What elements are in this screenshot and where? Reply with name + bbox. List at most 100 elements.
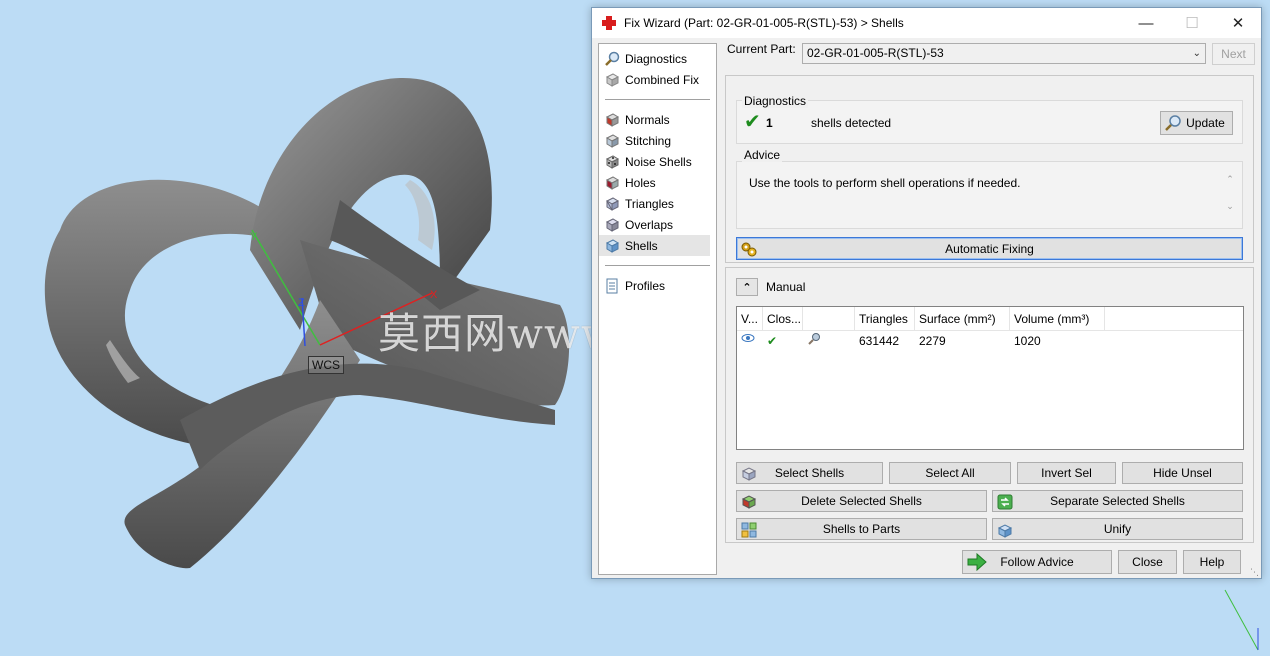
table-row[interactable]: ✔ 631442 2279 1020 — [737, 331, 1243, 351]
close-button[interactable]: Close — [1118, 550, 1177, 574]
nav-item-label: Stitching — [625, 133, 672, 148]
nav-item-label: Noise Shells — [625, 154, 692, 169]
manual-panel: ⌃ Manual V... Clos... Triangles Surface … — [725, 267, 1254, 543]
column-header[interactable] — [803, 307, 855, 330]
diagnostics-title: Diagnostics — [742, 94, 809, 108]
fix-wizard-icon — [600, 14, 618, 32]
delete-shells-icon — [740, 493, 758, 511]
advice-scrollbar[interactable]: ⌃ ⌄ — [1224, 174, 1236, 220]
follow-advice-button[interactable]: Follow Advice — [962, 550, 1112, 574]
automatic-fixing-label: Automatic Fixing — [945, 241, 1034, 256]
column-header[interactable]: Triangles — [855, 307, 915, 330]
nav-item-stitching[interactable]: Stitching — [599, 130, 710, 151]
current-part-label: Current Part: — [727, 42, 796, 56]
select-shells-button[interactable]: Select Shells — [736, 462, 883, 484]
column-header[interactable]: Clos... — [763, 307, 803, 330]
unify-button[interactable]: Unify — [992, 518, 1243, 540]
surface-cell: 2279 — [919, 334, 946, 348]
next-button[interactable]: Next — [1212, 43, 1255, 65]
table-header: V... Clos... Triangles Surface (mm²) Vol… — [737, 307, 1243, 331]
nav-item-label: Shells — [625, 238, 658, 253]
nav-item-diagnostics[interactable]: Diagnostics — [599, 48, 710, 69]
nav-item-profiles[interactable]: Profiles — [599, 275, 710, 296]
dialog-title: Fix Wizard (Part: 02-GR-01-005-R(STL)-53… — [624, 16, 904, 30]
nav-item-label: Diagnostics — [625, 51, 688, 66]
separate-selected-shells-label: Separate Selected Shells — [1050, 494, 1185, 508]
nav-item-triangles[interactable]: Triangles — [599, 193, 710, 214]
column-header[interactable]: Volume (mm³) — [1010, 307, 1105, 330]
select-shells-icon — [740, 465, 758, 483]
current-part-select[interactable]: 02-GR-01-005-R(STL)-53 ⌄ — [802, 43, 1206, 64]
shells-to-parts-icon — [740, 521, 758, 539]
nav-item-label: Normals — [625, 112, 670, 127]
minimize-button[interactable]: — — [1123, 8, 1169, 38]
shells-detected-text: shells detected — [811, 116, 892, 130]
hide-unsel-button[interactable]: Hide Unsel — [1122, 462, 1243, 484]
holes-cube-icon — [603, 174, 620, 191]
column-header[interactable]: Surface (mm²) — [915, 307, 1010, 330]
automatic-fixing-button[interactable]: Automatic Fixing — [736, 237, 1243, 260]
diagnostics-panel: Diagnostics ✔ 1 shells detected Update U… — [725, 75, 1254, 263]
title-bar[interactable]: Fix Wizard (Part: 02-GR-01-005-R(STL)-53… — [592, 8, 1261, 38]
closed-check-icon: ✔ — [767, 334, 778, 348]
resize-grip-icon[interactable]: ⋱ — [1250, 567, 1260, 577]
triangles-icon — [603, 195, 620, 212]
follow-advice-label: Follow Advice — [1000, 555, 1074, 569]
close-window-button[interactable]: ✕ — [1215, 8, 1261, 38]
maximize-button[interactable]: ☐ — [1169, 8, 1215, 38]
nav-item-label: Profiles — [625, 278, 666, 293]
normals-cube-icon — [603, 111, 620, 128]
delete-selected-shells-button[interactable]: Delete Selected Shells — [736, 490, 987, 512]
fix-wizard-nav: Diagnostics Combined Fix Normals Stitchi… — [598, 43, 717, 575]
delete-selected-shells-label: Delete Selected Shells — [801, 494, 922, 508]
document-icon — [603, 277, 620, 294]
z-axis-label: Z — [298, 297, 305, 309]
select-all-button[interactable]: Select All — [889, 462, 1011, 484]
separate-shells-icon — [996, 493, 1014, 511]
triangles-cell: 631442 — [859, 334, 900, 348]
check-icon: ✔ — [744, 111, 761, 133]
nav-separator — [605, 265, 710, 266]
wcs-label: WCS — [308, 356, 344, 374]
visible-eye-icon[interactable] — [737, 331, 763, 351]
magnifier-icon — [1164, 114, 1182, 132]
shells-to-parts-button[interactable]: Shells to Parts — [736, 518, 987, 540]
fix-wizard-dialog: Fix Wizard (Part: 02-GR-01-005-R(STL)-53… — [591, 7, 1262, 579]
nav-item-noise-shells[interactable]: Noise Shells — [599, 151, 710, 172]
separate-selected-shells-button[interactable]: Separate Selected Shells — [992, 490, 1243, 512]
column-header[interactable]: V... — [737, 307, 763, 330]
overlaps-icon — [603, 216, 620, 233]
shell-icon — [803, 331, 855, 351]
scroll-down-icon[interactable]: ⌄ — [1224, 201, 1236, 212]
unify-icon — [996, 521, 1014, 539]
y-axis-label: Y — [250, 231, 258, 243]
unify-label: Unify — [1103, 522, 1132, 536]
chevron-down-icon: ⌄ — [1192, 48, 1201, 59]
nav-item-normals[interactable]: Normals — [599, 109, 710, 130]
scroll-up-icon[interactable]: ⌃ — [1224, 174, 1236, 185]
manual-title: Manual — [766, 280, 806, 294]
nav-item-combined-fix[interactable]: Combined Fix — [599, 69, 710, 90]
nav-item-shells[interactable]: Shells — [599, 235, 710, 256]
arrow-right-icon — [967, 552, 987, 572]
nav-item-label: Overlaps — [625, 217, 674, 232]
cube-icon — [603, 71, 620, 88]
nav-item-label: Holes — [625, 175, 656, 190]
gears-icon — [740, 240, 758, 258]
collapse-chevron-icon[interactable]: ⌃ — [736, 278, 758, 296]
shell-count: 1 — [766, 116, 773, 130]
x-axis-label: X — [430, 289, 438, 301]
help-button[interactable]: Help — [1183, 550, 1241, 574]
shells-table[interactable]: V... Clos... Triangles Surface (mm²) Vol… — [736, 306, 1244, 450]
update-button[interactable]: Update — [1160, 111, 1233, 135]
select-shells-label: Select Shells — [774, 466, 845, 480]
invert-sel-button[interactable]: Invert Sel — [1017, 462, 1116, 484]
shells-icon — [603, 237, 620, 254]
update-label: Update — [1186, 116, 1225, 130]
advice-title: Advice — [742, 148, 783, 162]
nav-item-overlaps[interactable]: Overlaps — [599, 214, 710, 235]
shells-to-parts-label: Shells to Parts — [822, 522, 901, 536]
magnifier-icon — [603, 50, 620, 67]
nav-item-holes[interactable]: Holes — [599, 172, 710, 193]
nav-separator — [605, 99, 710, 100]
